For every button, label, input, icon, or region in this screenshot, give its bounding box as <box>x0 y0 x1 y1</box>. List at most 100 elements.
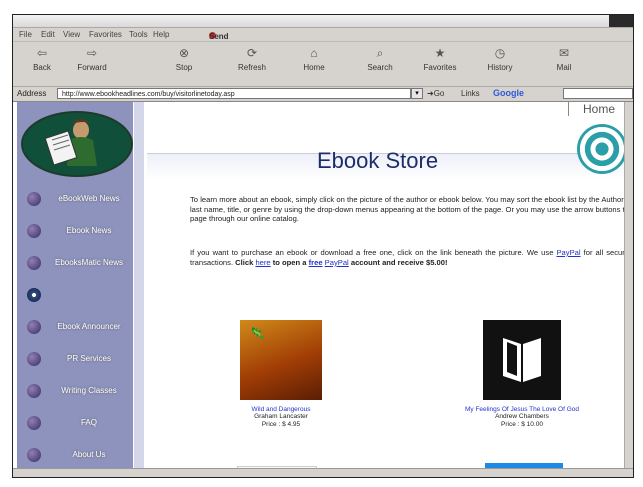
paypal-link[interactable]: PayPal <box>556 248 580 257</box>
history-label: History <box>487 63 513 72</box>
address-dropdown-button[interactable]: ▾ <box>411 88 423 99</box>
sidebar-item-about-us[interactable]: About Us <box>21 448 137 466</box>
here-link[interactable]: here <box>255 258 270 267</box>
history-button[interactable]: ◷ History <box>479 46 521 72</box>
send-label: Send <box>209 32 229 41</box>
purchase-text: If you want to purchase an ebook or down… <box>190 248 557 257</box>
purchase-paragraph: If you want to purchase an ebook or down… <box>190 248 629 267</box>
home-link[interactable]: Home <box>567 102 615 116</box>
site-logo[interactable] <box>21 111 133 177</box>
open-book-icon <box>503 338 541 382</box>
mail-label: Mail <box>556 63 572 72</box>
account-text: account and receive $5.00! <box>348 257 448 267</box>
book-cover-wild-and-dangerous[interactable]: 🦎 <box>240 320 322 400</box>
refresh-icon: ⟳ <box>246 46 258 60</box>
search-button[interactable]: ⌕ Search <box>359 46 401 72</box>
bullet-icon <box>27 224 41 238</box>
sidebar: eBookWeb News Ebook News EbooksMatic New… <box>17 102 133 469</box>
forward-arrow-icon: ⇨ <box>86 46 98 60</box>
search-icon: ⌕ <box>376 46 384 60</box>
sidebar-item-label: Ebook News <box>66 226 112 235</box>
sidebar-item-pr-services[interactable]: PR Services <box>21 352 137 370</box>
stop-icon: ⊗ <box>178 46 190 60</box>
stop-label: Stop <box>175 63 193 72</box>
go-label: Go <box>433 89 445 98</box>
browser-toolbar: ⇦ Back ⇨ Forward ⊗ Stop ⟳ Refresh ⌂ Home ⌕ Sea… <box>13 42 633 87</box>
address-bar: Address http://www.ebookheadlines.com/bu… <box>13 87 633 102</box>
bullet-icon <box>27 352 41 366</box>
favorites-button[interactable]: ★ Favorites <box>419 46 461 72</box>
menu-tools[interactable]: Tools <box>129 30 148 39</box>
main-content: Home Ebook Store To learn more about an … <box>147 102 633 477</box>
search-label: Search <box>367 63 393 72</box>
book-title-link[interactable]: My Feelings Of Jesus The Love Of God <box>437 406 607 413</box>
book-title-link[interactable]: Wild and Dangerous <box>231 406 331 413</box>
address-label: Address <box>17 89 47 98</box>
menu-file[interactable]: File <box>19 30 32 39</box>
sidebar-item-label: PR Services <box>66 354 111 363</box>
refresh-label: Refresh <box>237 63 266 72</box>
favorites-icon: ★ <box>434 46 446 60</box>
go-arrow-icon: ➜ <box>427 89 434 98</box>
mail-icon: ✉ <box>558 46 570 60</box>
page-content: eBookWeb News Ebook News EbooksMatic New… <box>13 102 633 477</box>
bullet-icon <box>27 416 41 430</box>
sidebar-item-label: eBookWeb News <box>58 194 120 203</box>
open-text: to open a <box>270 257 309 267</box>
forward-label: Forward <box>77 63 107 72</box>
book-cover-feelings-of-jesus[interactable] <box>483 320 561 400</box>
paypal-link-2[interactable]: PayPal <box>325 258 349 267</box>
page-title: Ebook Store <box>317 148 439 173</box>
sidebar-item-ebookweb-news[interactable]: eBookWeb News <box>21 192 137 210</box>
home-button[interactable]: ⌂ Home <box>293 46 335 72</box>
favorites-label: Favorites <box>423 63 457 72</box>
bullet-icon <box>27 448 41 462</box>
sidebar-item-ebooksmatic-news[interactable]: EbooksMatic News <box>21 256 137 274</box>
back-arrow-icon: ⇦ <box>36 46 48 60</box>
sidebar-item-active[interactable] <box>21 288 137 306</box>
sidebar-item-ebook-announcer[interactable]: Ebook Announcer <box>21 320 137 338</box>
click-text: Click <box>235 257 256 267</box>
title-bar <box>13 15 633 28</box>
sidebar-item-label: Ebook Announcer <box>57 322 121 331</box>
bullet-icon <box>27 384 41 398</box>
menu-bar: File Edit View Favorites Tools Help Send <box>13 28 633 42</box>
book-card: 🦎 Wild and Dangerous Graham Lancaster Pr… <box>231 320 331 429</box>
back-label: Back <box>33 63 51 72</box>
mail-button[interactable]: ✉ Mail <box>543 46 585 72</box>
google-search-input[interactable] <box>563 88 633 99</box>
vertical-scrollbar[interactable] <box>624 102 633 469</box>
google-toolbar-logo[interactable]: Google <box>493 88 563 99</box>
go-button[interactable]: ➜Go <box>427 89 444 98</box>
sidebar-item-faq[interactable]: FAQ <box>21 416 137 434</box>
book-price: Price : $ 10.00 <box>501 421 543 428</box>
sidebar-item-label: About Us <box>72 450 106 459</box>
book-author: Andrew Chambers <box>495 413 549 420</box>
browser-window: File Edit View Favorites Tools Help Send… <box>12 14 634 478</box>
book-author: Graham Lancaster <box>254 413 308 420</box>
sidebar-item-ebook-news[interactable]: Ebook News <box>21 224 137 242</box>
links-button[interactable]: Links <box>461 89 480 98</box>
book-price: Price : $ 4.95 <box>261 421 301 428</box>
back-button[interactable]: ⇦ Back <box>21 46 63 72</box>
refresh-button[interactable]: ⟳ Refresh <box>231 46 273 72</box>
window-controls[interactable] <box>609 15 633 27</box>
menu-view[interactable]: View <box>63 30 80 39</box>
sidebar-item-label: EbooksMatic News <box>54 258 124 267</box>
sidebar-item-label: FAQ <box>80 418 97 427</box>
menu-edit[interactable]: Edit <box>41 30 55 39</box>
bullet-icon <box>27 192 41 206</box>
sidebar-item-writing-classes[interactable]: Writing Classes <box>21 384 137 402</box>
forward-button[interactable]: ⇨ Forward <box>71 46 113 72</box>
stop-button[interactable]: ⊗ Stop <box>163 46 205 72</box>
menu-favorites[interactable]: Favorites <box>89 30 122 39</box>
google-label: Google <box>493 88 524 98</box>
menu-help[interactable]: Help <box>153 30 169 39</box>
address-input[interactable]: http://www.ebookheadlines.com/buy/visito… <box>57 88 411 99</box>
active-bullet-icon <box>27 288 41 302</box>
sidebar-item-label: Writing Classes <box>61 386 117 395</box>
chevron-down-icon: ▾ <box>415 90 419 97</box>
status-bar <box>13 468 633 477</box>
bullet-icon <box>27 256 41 270</box>
free-link[interactable]: free <box>309 258 323 267</box>
